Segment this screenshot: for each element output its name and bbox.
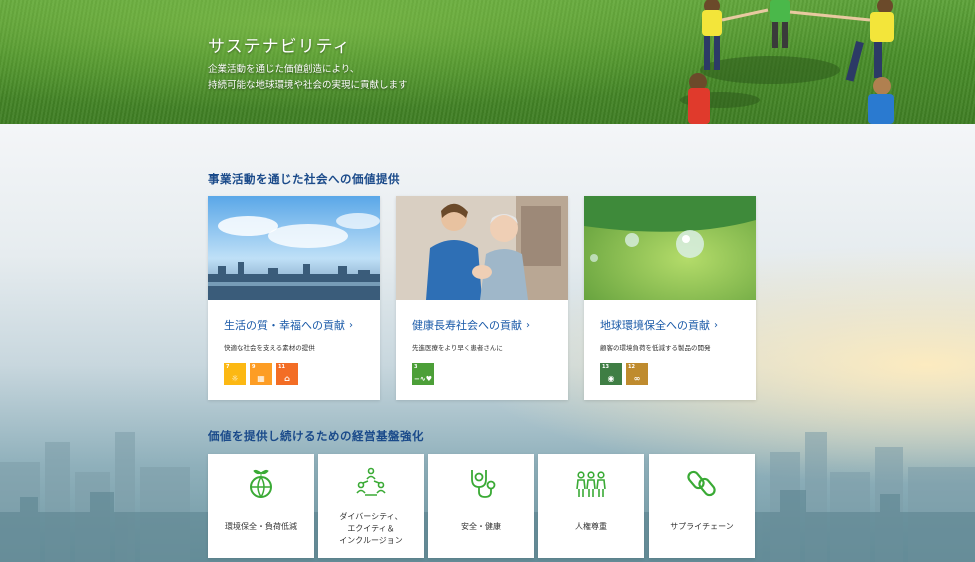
section-title-value-provision: 事業活動を通じた社会への価値提供 [208, 172, 400, 186]
tile-human-rights[interactable]: 人権尊重 [538, 454, 644, 558]
card-link-global-environment[interactable]: 地球環境保全への貢献 › [600, 317, 718, 333]
sdg-11-icon: 11 ⌂ [276, 363, 298, 385]
sdg-3-icon: 3 −∿♥ [412, 363, 434, 385]
chevron-right-icon: › [714, 319, 718, 331]
hero-subtitle-line2: 持続可能な地球環境や社会の実現に貢献します [208, 80, 408, 91]
sdg-9-icon: 9 ▦ [250, 363, 272, 385]
tile-label-line1: ダイバーシティ、 [339, 512, 403, 521]
sdg-7-icon: 7 ☼ [224, 363, 246, 385]
sdg-icons: 3 −∿♥ [412, 363, 434, 385]
tile-label: 環境保全・負荷低減 [225, 522, 297, 531]
chevron-right-icon: › [526, 319, 530, 331]
card-description: 顧客の環境負荷を低減する製品の開発 [600, 344, 711, 352]
card-quality-of-life[interactable]: 生活の質・幸福への貢献 › 快適な社会を支える素材の提供 7 ☼ 9 ▦ 11 ⌂ [208, 196, 380, 400]
leaf-water-drop-image [584, 196, 756, 300]
stethoscope-icon [471, 470, 496, 498]
tile-label: 人権尊重 [575, 522, 607, 531]
card-healthy-longevity[interactable]: 健康長寿社会への貢献 › 先進医療をより早く患者さんに 3 −∿♥ [396, 196, 568, 400]
card-link-healthy-longevity[interactable]: 健康長寿社会への貢献 › [412, 317, 530, 333]
tile-safety-health[interactable]: 安全・健康 [428, 454, 534, 558]
card-link-label: 生活の質・幸福への貢献 [224, 319, 345, 332]
globe-sprout-icon [250, 469, 272, 498]
city-sky-image [208, 196, 380, 300]
sdg-icons: 7 ☼ 9 ▦ 11 ⌂ [224, 363, 298, 385]
tile-label-line3: インクルージョン [339, 536, 403, 545]
hero-subtitle-line1: 企業活動を通じた価値創造により、 [208, 64, 360, 75]
children-playing-image [680, 0, 894, 124]
card-link-label: 健康長寿社会への貢献 [412, 319, 522, 332]
tile-label-line2: エクイティ＆ [347, 524, 395, 533]
card-description: 先進医療をより早く患者さんに [412, 344, 503, 352]
sdg-icons: 13 ◉ 12 ∞ [600, 363, 648, 385]
card-link-label: 地球環境保全への貢献 [600, 319, 710, 332]
hero-banner: サステナビリティ 企業活動を通じた価値創造により、 持続可能な地球環境や社会の実… [0, 0, 975, 124]
sdg-12-icon: 12 ∞ [626, 363, 648, 385]
nurse-elderly-image [396, 196, 568, 300]
people-network-icon [356, 467, 386, 496]
sdg-13-icon: 13 ◉ [600, 363, 622, 385]
chevron-right-icon: › [349, 319, 353, 331]
tile-supply-chain[interactable]: サプライチェーン [649, 454, 755, 558]
section-title-management-foundation: 価値を提供し続けるための経営基盤強化 [208, 429, 424, 443]
chain-link-icon [687, 470, 716, 497]
hero-title: サステナビリティ [208, 37, 351, 57]
tile-label: サプライチェーン [670, 522, 734, 531]
tile-environment[interactable]: 環境保全・負荷低減 [208, 454, 314, 558]
card-description: 快適な社会を支える素材の提供 [224, 344, 315, 352]
tile-diversity[interactable]: ダイバーシティ、 エクイティ＆ インクルージョン [318, 454, 424, 558]
tile-label: 安全・健康 [461, 522, 501, 531]
card-link-quality-of-life[interactable]: 生活の質・幸福への貢献 › [224, 317, 353, 333]
people-group-icon [576, 471, 606, 497]
card-global-environment[interactable]: 地球環境保全への貢献 › 顧客の環境負荷を低減する製品の開発 13 ◉ 12 ∞ [584, 196, 756, 400]
